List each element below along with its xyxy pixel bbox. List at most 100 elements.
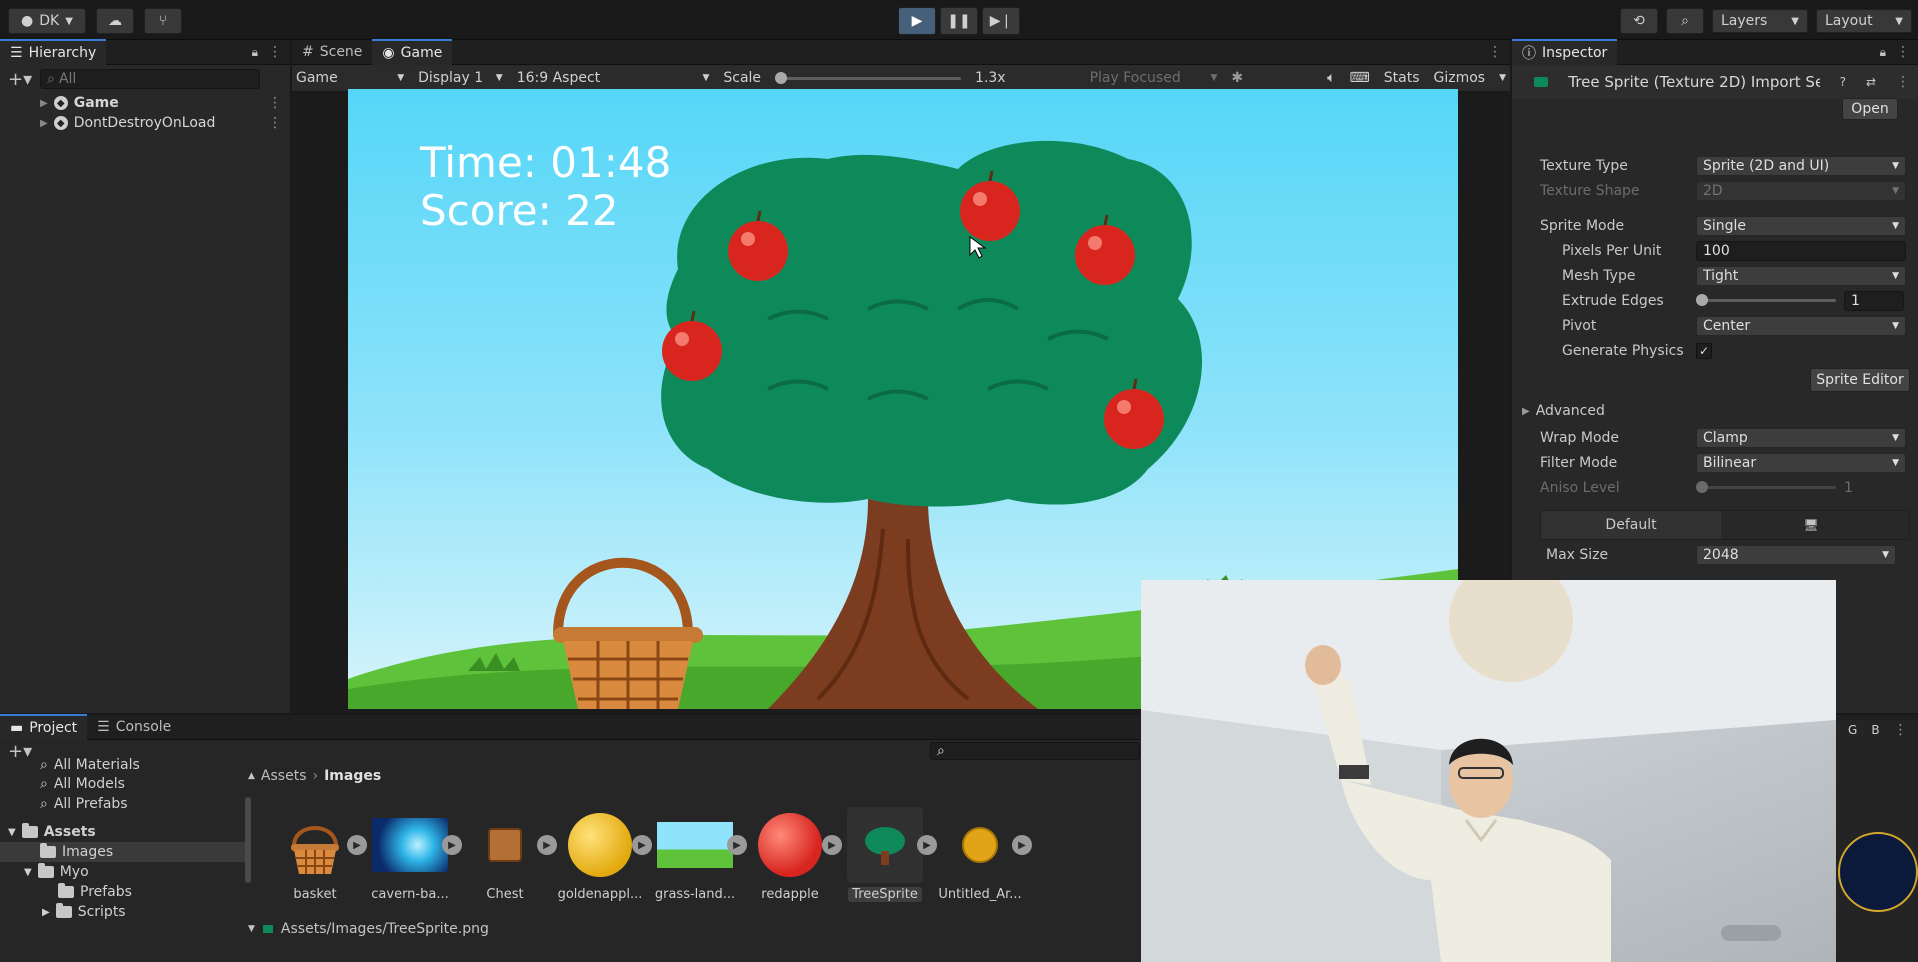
lock-icon[interactable]: 🔒︎ xyxy=(252,45,258,60)
slider-knob[interactable] xyxy=(1696,294,1708,306)
favorite-all-models[interactable]: ⌕ All Models xyxy=(0,774,245,794)
play-badge-icon[interactable]: ▶ xyxy=(632,835,652,855)
play-badge-icon[interactable]: ▶ xyxy=(727,835,747,855)
advanced-foldout[interactable]: ▶ Advanced xyxy=(1522,397,1910,425)
preset-icon[interactable]: ⇄ xyxy=(1866,75,1876,89)
tab-game[interactable]: ◉ Game xyxy=(372,39,453,65)
asset-item[interactable]: ▶ grass-land... xyxy=(652,807,747,902)
project-search-input[interactable]: ⌕ xyxy=(930,742,1140,760)
tab-default[interactable]: Default xyxy=(1541,511,1721,539)
game-mode-dropdown[interactable]: Game ▼ xyxy=(296,70,404,86)
layers-dropdown[interactable]: Layers ▼ xyxy=(1712,9,1808,33)
hierarchy-search-input[interactable]: ⌕ All xyxy=(40,69,261,89)
mute-icon[interactable]: 🔈︎ xyxy=(1327,70,1335,86)
asset-item[interactable]: ▶ basket xyxy=(272,807,367,902)
help-icon[interactable]: ? xyxy=(1840,75,1846,89)
more-icon[interactable]: ⋮ xyxy=(1896,44,1910,60)
favorite-all-materials[interactable]: ⌕ All Materials xyxy=(0,755,245,774)
more-icon[interactable]: ⋮ xyxy=(268,44,282,60)
wrap-dropdown[interactable]: Clamp ▼ xyxy=(1696,427,1906,448)
play-badge-icon[interactable]: ▶ xyxy=(1012,835,1032,855)
sprite-mode-dropdown[interactable]: Single ▼ xyxy=(1696,215,1906,236)
inspector-header: Tree Sprite (Texture 2D) Import Se ? ⇄ ⋮ xyxy=(1512,65,1918,99)
tree-assets[interactable]: ▼ Assets xyxy=(0,822,245,842)
texture-type-dropdown[interactable]: Sprite (2D and UI) ▼ xyxy=(1696,155,1906,176)
tab-hierarchy[interactable]: ☰ Hierarchy xyxy=(0,39,107,65)
asset-item-selected[interactable]: ▶ TreeSprite xyxy=(842,807,937,902)
more-icon[interactable]: ⋮ xyxy=(1488,44,1502,60)
max-size-dropdown[interactable]: 2048 ▼ xyxy=(1696,545,1896,565)
more-icon[interactable]: ⋮ xyxy=(1894,722,1908,738)
extrude-slider[interactable] xyxy=(1696,294,1836,306)
cloud-button[interactable]: ☁ xyxy=(96,8,134,34)
search-button[interactable]: ⌕ xyxy=(1666,8,1704,34)
tree-images[interactable]: Images xyxy=(0,842,245,862)
ppu-input[interactable]: 100 xyxy=(1696,240,1906,261)
gizmos-button[interactable]: Gizmos xyxy=(1434,70,1486,86)
slider-knob[interactable] xyxy=(775,71,788,84)
scale-slider[interactable] xyxy=(775,71,962,84)
collab-button[interactable]: ⑂ xyxy=(144,8,182,34)
orientation-gizmo[interactable] xyxy=(1838,832,1918,912)
tree-myo[interactable]: ▼ Myo xyxy=(0,862,245,882)
tree-scrollbar[interactable] xyxy=(245,797,251,883)
step-button[interactable]: ▶❘ xyxy=(982,7,1020,35)
more-icon[interactable]: ⋮ xyxy=(268,115,282,131)
breadcrumb-current[interactable]: Images xyxy=(324,768,381,784)
tab-project[interactable]: ▬ Project xyxy=(0,714,88,740)
pivot-dropdown[interactable]: Center ▼ xyxy=(1696,315,1906,336)
layout-dropdown[interactable]: Layout ▼ xyxy=(1816,9,1912,33)
keyboard-icon[interactable]: ⌨ xyxy=(1350,70,1370,86)
lock-icon[interactable]: 🔒︎ xyxy=(1880,45,1886,60)
play-badge-icon[interactable]: ▶ xyxy=(347,835,367,855)
tab-standalone[interactable]: 🖥︎ xyxy=(1721,511,1901,539)
hierarchy-item-game[interactable]: ▶ ◆ Game ⋮ xyxy=(40,93,282,113)
open-button[interactable]: Open xyxy=(1842,98,1898,120)
play-badge-icon[interactable]: ▶ xyxy=(822,835,842,855)
channel-g-button[interactable]: G xyxy=(1848,723,1857,737)
extrude-input[interactable]: 1 xyxy=(1844,290,1904,311)
play-focused-dropdown[interactable]: Play Focused ▼ xyxy=(1090,70,1218,86)
tree-prefabs[interactable]: Prefabs xyxy=(0,882,245,902)
account-dropdown[interactable]: ● DK ▼ xyxy=(8,8,86,34)
filter-dropdown[interactable]: Bilinear ▼ xyxy=(1696,452,1906,473)
chevron-down-icon: ▼ xyxy=(65,15,73,27)
hud: Time: 01:48 Score: 22 xyxy=(420,139,671,235)
channel-b-button[interactable]: B xyxy=(1871,723,1879,737)
hierarchy-item-dontdestroyonload[interactable]: ▶ ◆ DontDestroyOnLoad ⋮ xyxy=(40,113,282,133)
play-badge-icon[interactable]: ▶ xyxy=(917,835,937,855)
tab-console[interactable]: ☰ Console xyxy=(87,715,181,739)
tab-scene[interactable]: # Scene xyxy=(292,40,372,64)
play-badge-icon[interactable]: ▶ xyxy=(442,835,462,855)
breadcrumb-root[interactable]: Assets xyxy=(261,768,307,784)
favorite-all-prefabs[interactable]: ⌕ All Prefabs xyxy=(0,794,245,814)
aspect-dropdown[interactable]: 16:9 Aspect ▼ xyxy=(517,70,710,86)
play-badge-icon[interactable]: ▶ xyxy=(537,835,557,855)
pause-button[interactable]: ❚❚ xyxy=(940,7,978,35)
asset-item[interactable]: ▶ redapple xyxy=(747,807,842,902)
collapse-icon[interactable]: ▲ xyxy=(248,771,255,781)
display-dropdown[interactable]: Display 1 ▼ xyxy=(418,70,503,86)
expand-arrow-icon[interactable]: ▶ xyxy=(40,98,48,109)
asset-item[interactable]: ▶ cavern-ba... xyxy=(367,807,462,902)
asset-item[interactable]: ▶ Chest xyxy=(462,807,557,902)
tree-scripts[interactable]: ▶ Scripts xyxy=(0,902,245,922)
chevron-down-icon[interactable]: ▼ xyxy=(1499,73,1506,83)
view-tabbar: # Scene ◉ Game ⋮ xyxy=(292,39,1510,65)
chevron-down-icon: ▼ xyxy=(1892,270,1899,281)
history-button[interactable]: ⟲ xyxy=(1620,8,1658,34)
add-icon[interactable]: +▾ xyxy=(8,69,32,90)
play-button[interactable]: ▶ xyxy=(898,7,936,35)
expand-arrow-icon[interactable]: ▶ xyxy=(40,118,48,129)
sprite-editor-button[interactable]: Sprite Editor xyxy=(1810,368,1910,392)
asset-label: basket xyxy=(293,887,337,902)
mesh-type-dropdown[interactable]: Tight ▼ xyxy=(1696,265,1906,286)
gen-physics-checkbox[interactable]: ✓ xyxy=(1696,342,1712,359)
asset-item[interactable]: ▶ goldenappl... xyxy=(557,807,652,902)
stats-button[interactable]: Stats xyxy=(1384,70,1420,86)
more-icon[interactable]: ⋮ xyxy=(1896,74,1910,90)
tab-inspector[interactable]: ⓘ Inspector xyxy=(1512,39,1618,65)
more-icon[interactable]: ⋮ xyxy=(268,95,282,111)
asset-item[interactable]: ▶ Untitled_Ar... xyxy=(937,807,1032,902)
bug-icon[interactable]: ✱ xyxy=(1231,70,1243,86)
